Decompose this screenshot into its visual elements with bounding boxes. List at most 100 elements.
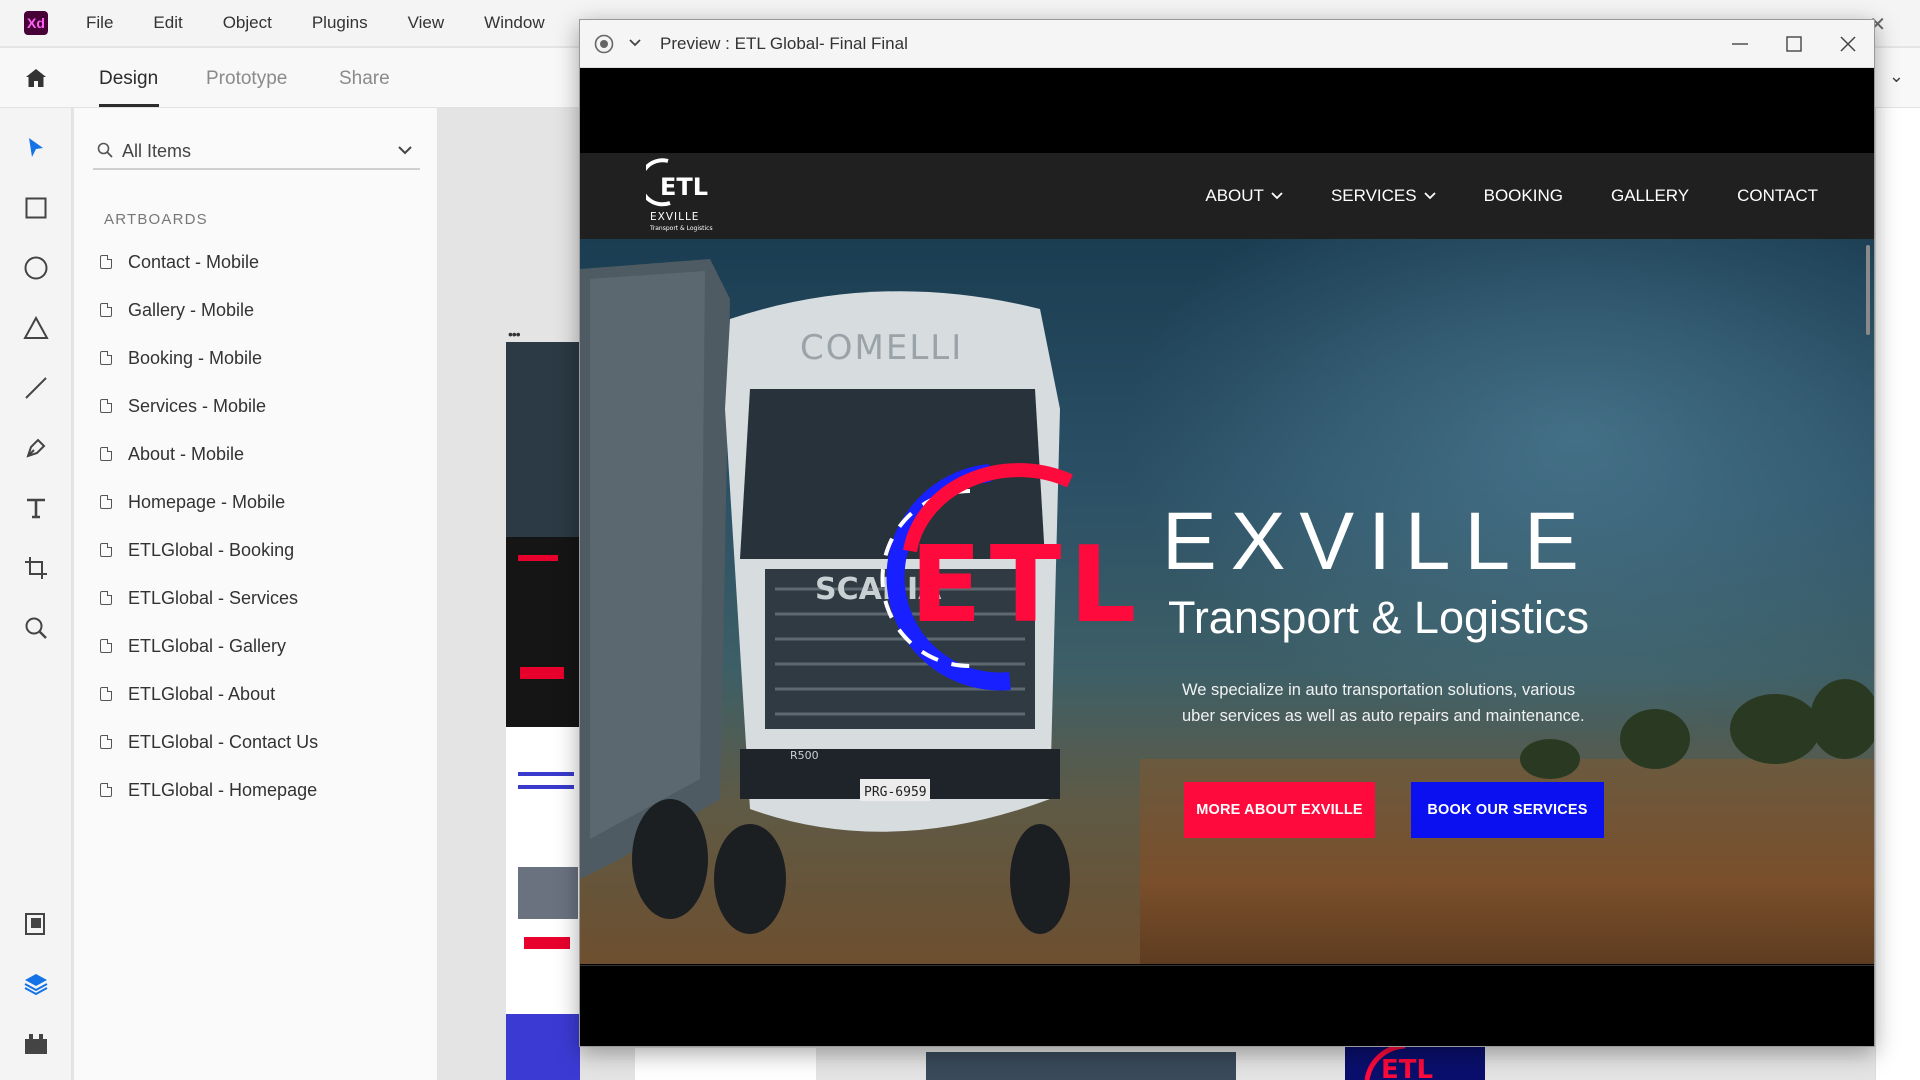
mobile-artboard-thumbnail[interactable] <box>506 342 580 1080</box>
more-about-button[interactable]: MORE ABOUT EXVILLE <box>1184 782 1375 838</box>
layers-panel-icon[interactable] <box>22 970 50 998</box>
tab-design[interactable]: Design <box>99 68 158 90</box>
select-tool-icon[interactable] <box>22 134 50 162</box>
artboard-icon <box>100 639 112 653</box>
menu-view[interactable]: View <box>408 13 445 33</box>
preview-scrollbar[interactable] <box>1866 245 1870 335</box>
artboard-item[interactable]: Booking - Mobile <box>96 334 426 382</box>
artboard-more-icon[interactable]: ••• <box>508 326 521 342</box>
minimize-icon[interactable] <box>1728 32 1752 56</box>
nav-services[interactable]: SERVICES <box>1331 186 1436 206</box>
artboard-thumbnail[interactable] <box>926 1052 1236 1080</box>
book-services-button[interactable]: BOOK OUR SERVICES <box>1411 782 1604 838</box>
artboard-icon <box>100 351 112 365</box>
thumb-services <box>506 727 580 1037</box>
nav-about[interactable]: ABOUT <box>1205 186 1283 206</box>
nav-booking[interactable]: BOOKING <box>1484 186 1563 206</box>
menu-edit[interactable]: Edit <box>153 13 182 33</box>
close-icon[interactable] <box>1836 32 1860 56</box>
search-icon <box>97 142 113 158</box>
preview-title: Preview : ETL Global- Final Final <box>660 34 908 53</box>
nav-services-label: SERVICES <box>1330 186 1417 205</box>
chevron-down-icon[interactable] <box>628 36 642 50</box>
artboard-icon <box>100 399 112 413</box>
artboards-heading: ARTBOARDS <box>104 211 208 228</box>
artboard-list: Contact - Mobile Gallery - Mobile Bookin… <box>96 238 426 814</box>
hero-section: COMELLI SCANIA R500 PRG-6959 ETL EXVILLE… <box>580 239 1874 964</box>
maximize-icon[interactable] <box>1782 32 1806 56</box>
chevron-down-icon[interactable] <box>396 141 414 159</box>
artboard-icon <box>100 735 112 749</box>
tab-share[interactable]: Share <box>339 68 390 90</box>
artboard-item[interactable]: ETLGlobal - Contact Us <box>96 718 426 766</box>
text-tool-icon[interactable] <box>22 494 50 522</box>
record-icon[interactable] <box>594 34 614 54</box>
artboard-item[interactable]: ETLGlobal - Booking <box>96 526 426 574</box>
artboard-icon <box>100 783 112 797</box>
preview-window: Preview : ETL Global- Final Final ETL EX… <box>579 19 1875 1047</box>
rectangle-tool-icon[interactable] <box>22 194 50 222</box>
artboard-icon <box>100 495 112 509</box>
artboard-tool-icon[interactable] <box>22 554 50 582</box>
home-icon[interactable] <box>24 66 48 90</box>
site-logo-text: ETL <box>660 173 708 201</box>
artboard-icon <box>100 543 112 557</box>
artboard-label: Services - Mobile <box>128 395 267 416</box>
artboard-label: Contact - Mobile <box>128 251 260 272</box>
artboard-icon <box>100 303 112 317</box>
site-navbar: ETL EXVILLE Transport & Logistics ABOUT … <box>580 153 1874 239</box>
artboard-item[interactable]: Gallery - Mobile <box>96 286 426 334</box>
artboard-item[interactable]: ETLGlobal - About <box>96 670 426 718</box>
hero-brand-name: EXVILLE <box>1162 496 1593 587</box>
hero-description: We specialize in auto transportation sol… <box>1182 681 1585 725</box>
pen-tool-icon[interactable] <box>22 434 50 462</box>
menu-file[interactable]: File <box>86 13 113 33</box>
artboard-thumbnail-right[interactable] <box>1875 108 1920 1080</box>
artboard-thumbnail[interactable] <box>635 1048 816 1080</box>
site-logo-sub2: Transport & Logistics <box>649 225 713 232</box>
artboard-item[interactable]: Homepage - Mobile <box>96 478 426 526</box>
artboard-label: Homepage - Mobile <box>128 491 286 512</box>
assets-panel-icon[interactable] <box>22 910 50 938</box>
plugins-panel-icon[interactable] <box>22 1030 50 1058</box>
polygon-tool-icon[interactable] <box>22 314 50 342</box>
line-tool-icon[interactable] <box>22 374 50 402</box>
preview-titlebar: Preview : ETL Global- Final Final <box>580 20 1874 68</box>
tree <box>1810 679 1874 759</box>
artboard-icon <box>100 255 112 269</box>
menu-plugins[interactable]: Plugins <box>312 13 368 33</box>
site-footer-area <box>580 965 1874 1046</box>
artboard-label: ETLGlobal - Services <box>128 587 299 608</box>
truck-plate: PRG-6959 <box>864 785 927 800</box>
artboard-item[interactable]: Services - Mobile <box>96 382 426 430</box>
artboard-icon <box>100 687 112 701</box>
artboard-item[interactable]: Contact - Mobile <box>96 238 426 286</box>
artboard-label: ETLGlobal - Contact Us <box>128 731 319 752</box>
nav-about-label: ABOUT <box>1205 186 1264 205</box>
hero-tagline: Transport & Logistics <box>1168 592 1589 643</box>
filter-value: All Items <box>122 141 192 161</box>
chevron-down-icon <box>1423 192 1436 200</box>
artboard-label: ETLGlobal - Booking <box>128 539 295 560</box>
nav-gallery[interactable]: GALLERY <box>1611 186 1689 206</box>
menu-items: File Edit Object Plugins View Window <box>86 13 585 33</box>
zoom-tool-icon[interactable] <box>22 614 50 642</box>
artboard-item[interactable]: ETLGlobal - Gallery <box>96 622 426 670</box>
menu-object[interactable]: Object <box>223 13 272 33</box>
ellipse-tool-icon[interactable] <box>22 254 50 282</box>
artboard-item[interactable]: ETLGlobal - Homepage <box>96 766 426 814</box>
layers-filter[interactable]: All Items <box>93 132 420 170</box>
artboard-item[interactable]: About - Mobile <box>96 430 426 478</box>
artboard-label: ETLGlobal - Gallery <box>128 635 287 656</box>
site-nav-links: ABOUT SERVICES BOOKING GALLERY CONTACT <box>1157 186 1818 206</box>
tab-prototype[interactable]: Prototype <box>206 68 287 90</box>
chevron-down-icon[interactable]: ⌄ <box>1889 66 1904 87</box>
artboard-label: ETLGlobal - About <box>128 683 276 704</box>
artboard-thumbnail[interactable]: ETL <box>1345 1046 1485 1080</box>
thumb-about <box>506 537 580 727</box>
menu-window[interactable]: Window <box>484 13 544 33</box>
artboard-item[interactable]: ETLGlobal - Services <box>96 574 426 622</box>
nav-contact[interactable]: CONTACT <box>1737 186 1818 206</box>
site-logo[interactable]: ETL EXVILLE Transport & Logistics <box>646 157 716 235</box>
artboard-label: Gallery - Mobile <box>128 299 255 320</box>
